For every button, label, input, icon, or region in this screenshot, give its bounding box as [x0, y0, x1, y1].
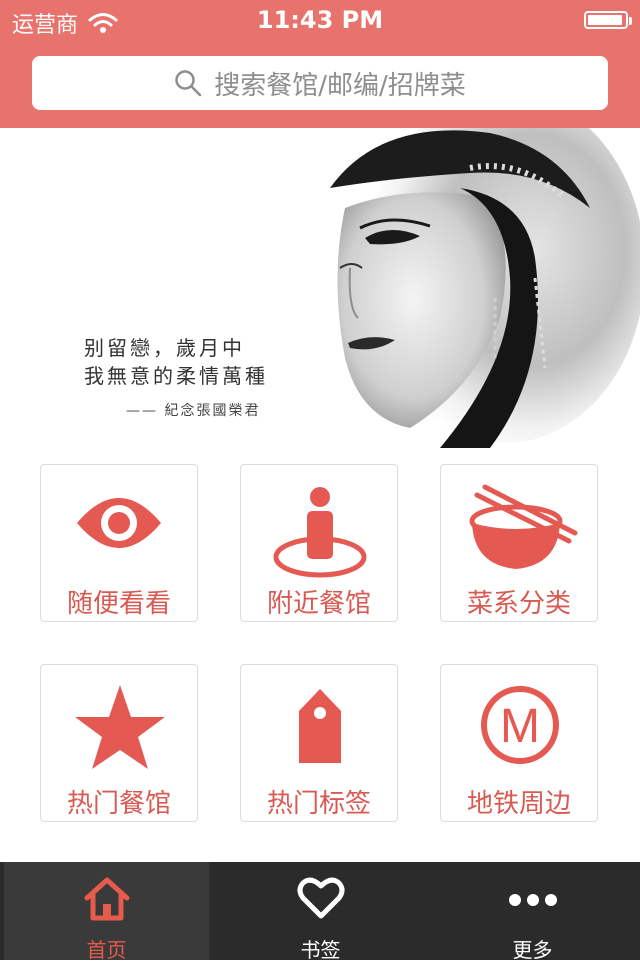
- eye-icon: [77, 498, 161, 548]
- tile-nearby-restaurants[interactable]: 附近餐馆: [240, 464, 398, 622]
- tag-icon: [299, 689, 341, 763]
- location-person-icon: [273, 487, 367, 578]
- status-time: 11:43 PM: [256, 6, 384, 34]
- tab-home[interactable]: 首页: [4, 862, 209, 962]
- tab-bar: 首页 书签 更多: [0, 862, 640, 962]
- search-placeholder: 搜索餐馆/邮编/招牌菜: [214, 70, 466, 101]
- tab-bookmarks[interactable]: 书签: [218, 862, 423, 962]
- tab-label: 书签: [300, 938, 341, 962]
- tile-label: 随便看看: [66, 589, 171, 619]
- home-icon: [84, 877, 129, 921]
- poem: 别留戀，歲月中 我無意的柔情萬種: [84, 334, 268, 390]
- tile-popular-tags[interactable]: 热门标签: [240, 664, 398, 822]
- banner[interactable]: 别留戀，歲月中 我無意的柔情萬種 —— 紀念張國榮君: [0, 128, 640, 448]
- tile-cuisine-categories[interactable]: 菜系分类: [440, 464, 598, 622]
- tile-label: 地铁周边: [466, 789, 571, 819]
- heart-icon: [297, 877, 344, 919]
- poem-line-1: 别留戀，歲月中: [84, 336, 245, 360]
- tab-label: 首页: [86, 938, 127, 962]
- tile-popular-restaurants[interactable]: 热门餐馆: [40, 664, 198, 822]
- tile-label: 热门餐馆: [66, 789, 171, 819]
- tile-near-metro[interactable]: M 地铁周边: [440, 664, 598, 822]
- tile-label: 附近餐馆: [266, 589, 371, 619]
- tile-label: 菜系分类: [466, 589, 571, 619]
- search-icon: [175, 70, 202, 97]
- bowl-chopsticks-icon: [469, 484, 578, 569]
- battery-fill: [588, 15, 622, 25]
- more-icon: [508, 894, 557, 906]
- search-input[interactable]: 搜索餐馆/邮编/招牌菜: [32, 56, 608, 110]
- star-icon: [75, 685, 165, 769]
- svg-text:M: M: [500, 700, 540, 753]
- header: 运营商 11:43 PM 搜索餐馆/邮编/招牌菜: [0, 0, 640, 128]
- battery-icon: [584, 11, 632, 29]
- poem-signature: —— 紀念張國榮君: [126, 403, 261, 419]
- poem-line-2: 我無意的柔情萬種: [84, 364, 268, 388]
- metro-icon: M: [481, 686, 559, 764]
- status-bar: 运营商 11:43 PM: [0, 0, 640, 40]
- tab-label: 更多: [512, 938, 553, 962]
- tab-more[interactable]: 更多: [430, 862, 635, 962]
- opera-portrait: [290, 128, 640, 448]
- tile-label: 热门标签: [266, 789, 371, 819]
- tile-random-browse[interactable]: 随便看看: [40, 464, 198, 622]
- battery-tip: [629, 17, 632, 25]
